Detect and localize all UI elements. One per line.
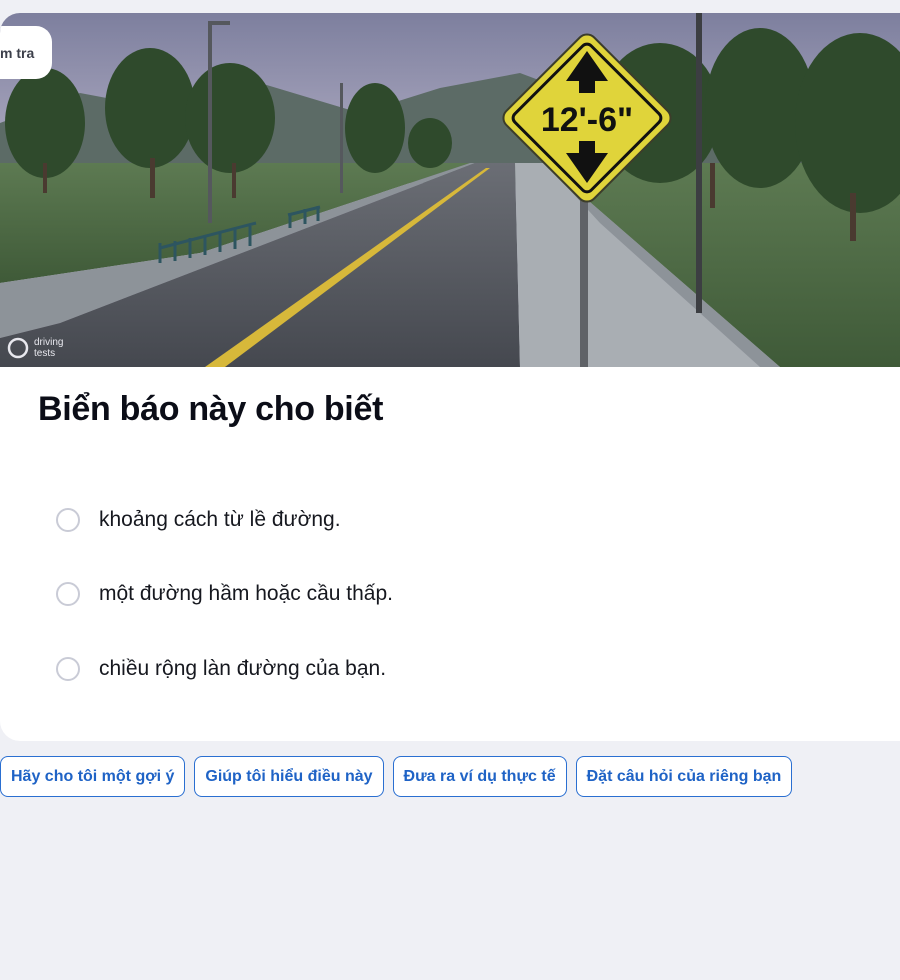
ask-question-button[interactable]: Đặt câu hỏi của riêng bạn (575, 756, 793, 797)
example-button[interactable]: Đưa ra ví dụ thực tế (392, 756, 567, 797)
radio-button[interactable] (56, 582, 80, 606)
road-sign-photo: 12'-6" driving tests (0, 13, 900, 367)
question-card: 12'-6" driving tests m tra Biển báo này … (0, 13, 900, 741)
answer-option-label: khoảng cách từ lề đường. (99, 508, 341, 531)
svg-text:driving: driving (34, 337, 63, 348)
explain-button[interactable]: Giúp tôi hiểu điều này (194, 756, 384, 797)
hint-button[interactable]: Hãy cho tôi một gợi ý (0, 756, 186, 797)
radio-button[interactable] (56, 657, 80, 681)
test-mode-pill[interactable]: m tra (0, 26, 52, 79)
suggestion-chips: Hãy cho tôi một gợi ý Giúp tôi hiểu điều… (0, 756, 793, 797)
answer-option-label: chiều rộng làn đường của bạn. (99, 657, 387, 680)
svg-text:tests: tests (34, 348, 55, 359)
answer-option-3[interactable]: chiều rộng làn đường của bạn. (56, 657, 386, 681)
answer-option-label: một đường hầm hoặc cầu thấp. (99, 582, 393, 605)
sign-clearance-text: 12'-6" (541, 101, 633, 139)
radio-button[interactable] (56, 508, 80, 532)
test-mode-pill-label: m tra (0, 44, 35, 61)
question-title: Biển báo này cho biết (38, 390, 384, 428)
answer-option-1[interactable]: khoảng cách từ lề đường. (56, 508, 341, 532)
answer-option-2[interactable]: một đường hầm hoặc cầu thấp. (56, 582, 393, 606)
